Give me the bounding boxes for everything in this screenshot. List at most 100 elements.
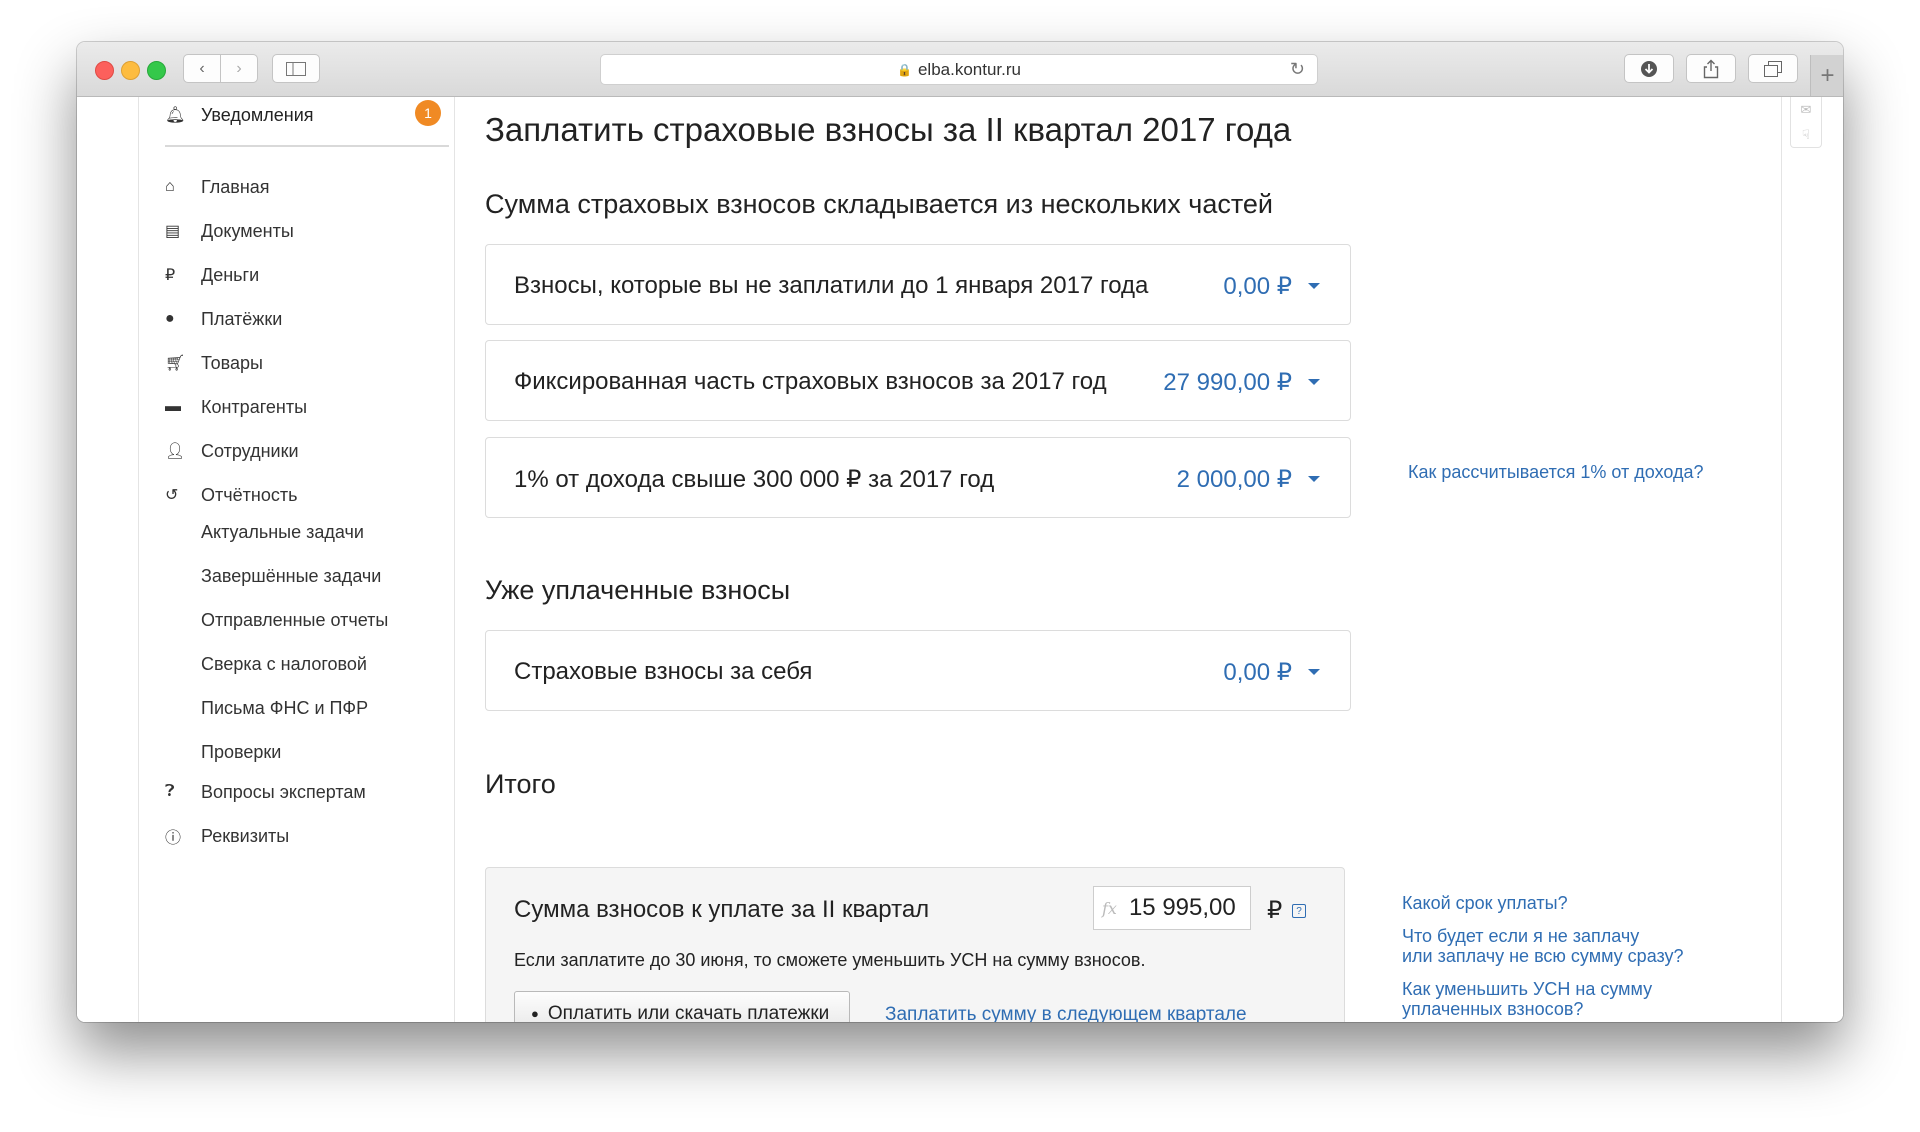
bell-icon: 🔔︎ [165, 107, 186, 124]
formula-icon: fx [1102, 898, 1117, 918]
sidebar-subitem-current-tasks[interactable]: Актуальные задачи [201, 522, 364, 543]
payment-icon: ● [531, 1006, 539, 1021]
part-label: Взносы, которые вы не заплатили до 1 янв… [514, 272, 1149, 299]
sidebar-item-contractors[interactable]: ▬ Контрагенты [165, 392, 307, 422]
left-gutter [77, 97, 139, 1022]
contribution-part-fixed[interactable]: Фиксированная часть страховых взносов за… [485, 340, 1351, 421]
info-icon: ⓘ [165, 830, 182, 847]
parts-heading: Сумма страховых взносов складывается из … [485, 189, 1274, 219]
minimize-window-button[interactable] [121, 61, 140, 80]
chevron-left-icon: ‹ [199, 59, 205, 77]
home-icon: ⌂ [165, 178, 175, 195]
paid-contributions[interactable]: Страховые взносы за себя 0,00 ₽ [485, 630, 1351, 711]
document-icon: ▤ [165, 223, 181, 240]
address-bar[interactable]: 🔒 elba.kontur.ru ↻ [600, 54, 1318, 85]
paid-heading: Уже уплаченные взносы [485, 575, 791, 605]
not-pay-help-line1: Что будет если я не заплачу [1402, 926, 1640, 946]
sidebar-item-goods[interactable]: 🛒︎ Товары [165, 348, 263, 378]
sidebar-item-label: Документы [201, 220, 294, 241]
contribution-part-unpaid[interactable]: Взносы, которые вы не заплатили до 1 янв… [485, 244, 1351, 325]
sidebar-item-label: Реквизиты [201, 825, 290, 846]
sidebar-item-expert-questions[interactable]: ❓︎ Вопросы экспертам [165, 777, 366, 807]
zoom-window-button[interactable] [147, 61, 166, 80]
reduce-usn-help-line2: уплаченных взносов? [1402, 999, 1584, 1019]
chevron-right-icon: › [236, 59, 242, 77]
total-panel: Сумма взносов к уплате за II квартал fx … [485, 867, 1345, 1022]
total-note: Если заплатите до 30 июня, то сможете ум… [514, 950, 1146, 970]
sidebar-item-documents[interactable]: ▤ Документы [165, 216, 294, 246]
title-bar: ‹ › 🔒 elba.kontur.ru ↻ + [77, 42, 1843, 97]
sidebar-item-employees[interactable]: 👤︎ Сотрудники [165, 436, 299, 466]
part-label: 1% от дохода свыше 300 000 ₽ за 2017 год [514, 466, 995, 493]
browser-window: ‹ › 🔒 elba.kontur.ru ↻ + 🔔︎ Уведомления … [77, 42, 1843, 1022]
sidebar-toggle-button[interactable] [272, 54, 320, 83]
paid-label: Страховые взносы за себя [514, 658, 813, 685]
part-value: 27 990,00 ₽ [1163, 369, 1292, 396]
page-content: 🔔︎ Уведомления 1 ⌂ Главная ▤ Документы ₽… [77, 97, 1843, 1022]
page-title: Заплатить страховые взносы за II квартал… [485, 111, 1292, 148]
download-icon [1641, 60, 1657, 77]
part-value: 2 000,00 ₽ [1176, 466, 1292, 493]
show-tabs-button[interactable] [1748, 54, 1798, 83]
notifications-label: Уведомления [201, 105, 314, 125]
not-pay-help-link[interactable]: Что будет если я не заплачу или заплачу … [1402, 926, 1684, 966]
deadline-help-link[interactable]: Какой срок уплаты? [1402, 893, 1568, 913]
reduce-usn-help-link[interactable]: Как уменьшить УСН на сумму уплаченных вз… [1402, 979, 1652, 1019]
sidebar-item-label: Главная [201, 176, 270, 197]
sidebar-item-label: Сотрудники [201, 440, 299, 461]
total-amount-value: 15 995,00 [1128, 894, 1236, 921]
total-amount-input[interactable]: fx 15 995,00 [1093, 886, 1251, 930]
question-help-icon[interactable]: ? [1292, 904, 1306, 918]
mail-icon[interactable]: ✉ [1801, 102, 1812, 118]
back-button[interactable]: ‹ [183, 54, 221, 83]
forward-button[interactable]: › [220, 54, 258, 83]
sidebar-item-label: Товары [201, 352, 263, 373]
reload-icon[interactable]: ↻ [1290, 59, 1305, 80]
sidebar-item-home[interactable]: ⌂ Главная [165, 172, 270, 202]
part-value: 0,00 ₽ [1223, 273, 1292, 300]
sidebar-subitem-completed-tasks[interactable]: Завершённые задачи [201, 566, 381, 587]
briefcase-icon: ▬ [165, 398, 181, 415]
one-percent-help-link[interactable]: Как рассчитывается 1% от дохода? [1408, 462, 1704, 482]
part-label: Фиксированная часть страховых взносов за… [514, 368, 1107, 395]
sidebar-item-payments[interactable]: ● Платёжки [165, 304, 282, 334]
sidebar-subitem-sent-reports[interactable]: Отправленные отчеты [201, 610, 388, 631]
sidebar-icon [286, 61, 306, 76]
pay-or-download-button[interactable]: ● Оплатить или скачать платежки [514, 991, 850, 1022]
currency-label: ₽ [1267, 897, 1283, 924]
payment-icon: ● [165, 310, 175, 327]
new-tab-button[interactable]: + [1810, 55, 1843, 96]
sidebar-item-label: Платёжки [201, 308, 283, 329]
plus-icon: + [1820, 61, 1835, 89]
caret-down-icon [1308, 283, 1320, 289]
reduce-usn-help-line1: Как уменьшить УСН на сумму [1402, 979, 1653, 999]
report-icon: ↺ [165, 487, 179, 504]
lock-icon: 🔒 [897, 62, 912, 77]
person-icon: 👤︎ [165, 443, 186, 460]
cart-icon: 🛒︎ [165, 355, 186, 372]
sidebar-item-requisites[interactable]: ⓘ Реквизиты [165, 821, 289, 851]
caret-down-icon [1308, 379, 1320, 385]
sidebar-subitem-inspections[interactable]: Проверки [201, 742, 281, 763]
feedback-icon[interactable]: ☟ [1802, 127, 1810, 143]
close-window-button[interactable] [95, 61, 114, 80]
share-button[interactable] [1686, 54, 1736, 83]
sidebar-item-reports[interactable]: ↺ Отчётность [165, 480, 297, 510]
sidebar-item-money[interactable]: ₽ Деньги [165, 260, 259, 290]
not-pay-help-line2: или заплачу не всю сумму сразу? [1402, 946, 1684, 966]
tabs-icon [1764, 60, 1782, 77]
downloads-button[interactable] [1624, 54, 1674, 83]
money-icon: ₽ [165, 267, 176, 284]
sidebar-subitem-letters[interactable]: Письма ФНС и ПФР [201, 698, 368, 719]
sidebar-item-label: Контрагенты [201, 396, 308, 417]
contribution-part-one-percent[interactable]: 1% от дохода свыше 300 000 ₽ за 2017 год… [485, 437, 1351, 518]
paid-value: 0,00 ₽ [1223, 659, 1292, 686]
total-heading: Итого [485, 769, 556, 799]
pay-button-label: Оплатить или скачать платежки [547, 1002, 830, 1023]
sidebar-subitem-tax-reconciliation[interactable]: Сверка с налоговой [201, 654, 367, 675]
notifications-count-badge: 1 [415, 100, 441, 126]
sidebar-item-notifications[interactable]: 🔔︎ Уведомления 1 [165, 97, 449, 147]
pay-next-quarter-link[interactable]: Заплатить сумму в следующем квартале [885, 1004, 1247, 1022]
caret-down-icon [1308, 669, 1320, 675]
sidebar-item-label: Деньги [201, 264, 260, 285]
